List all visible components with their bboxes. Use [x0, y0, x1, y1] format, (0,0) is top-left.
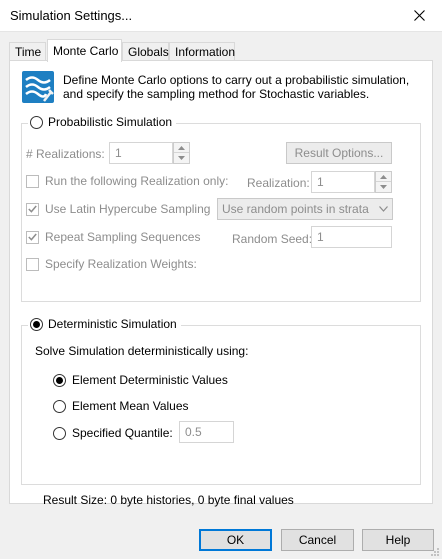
- tab-time[interactable]: Time: [9, 42, 46, 61]
- run-only-checkbox[interactable]: [26, 174, 39, 188]
- checkmark-icon: [28, 205, 37, 213]
- cancel-label: Cancel: [298, 533, 337, 547]
- solve-label: Solve Simulation deterministically using…: [35, 344, 249, 358]
- realization-label: Realization:: [247, 176, 310, 190]
- spin-down-icon[interactable]: [376, 182, 391, 192]
- seed-label: Random Seed:: [232, 232, 313, 246]
- option-radio-button[interactable]: [53, 399, 66, 413]
- deterministic-label: Deterministic Simulation: [48, 317, 177, 331]
- window-title: Simulation Settings...: [10, 8, 133, 23]
- repeat-checkbox[interactable]: [26, 230, 39, 244]
- realizations-spinner[interactable]: [173, 142, 190, 164]
- checkmark-icon: [28, 233, 37, 241]
- weights-checkbox[interactable]: [26, 257, 39, 271]
- deterministic-radio-button[interactable]: [30, 317, 43, 331]
- option-deterministic-values[interactable]: Element Deterministic Values: [53, 373, 228, 387]
- lhs-label: Use Latin Hypercube Sampling: [45, 202, 211, 216]
- run-only-row[interactable]: Run the following Realization only:: [26, 174, 228, 188]
- lhs-method-value: Use random points in strata: [222, 202, 369, 216]
- weights-label: Specify Realization Weights:: [45, 257, 197, 271]
- option-mean-values[interactable]: Element Mean Values: [53, 399, 189, 413]
- tab-label: Time: [15, 45, 42, 59]
- tab-label: Globals: [128, 45, 169, 59]
- probabilistic-radio[interactable]: Probabilistic Simulation: [28, 115, 177, 129]
- ok-label: OK: [226, 533, 245, 547]
- tab-label: Information: [175, 45, 236, 59]
- probabilistic-label: Probabilistic Simulation: [48, 115, 173, 129]
- monte-carlo-icon: [22, 71, 54, 103]
- spin-up-icon[interactable]: [376, 172, 391, 182]
- result-size-text: Result Size: 0 byte histories, 0 byte fi…: [43, 493, 294, 507]
- spin-down-icon[interactable]: [174, 153, 189, 163]
- lhs-row[interactable]: Use Latin Hypercube Sampling: [26, 202, 210, 216]
- realization-input[interactable]: 1: [311, 171, 375, 193]
- help-label: Help: [385, 533, 411, 547]
- realizations-label: # Realizations:: [26, 147, 105, 161]
- weights-row[interactable]: Specify Realization Weights:: [26, 257, 197, 271]
- ok-button[interactable]: OK: [199, 529, 272, 551]
- panel-description: Define Monte Carlo options to carry out …: [63, 73, 410, 101]
- spin-up-icon[interactable]: [174, 143, 189, 153]
- repeat-label: Repeat Sampling Sequences: [45, 230, 201, 244]
- help-button[interactable]: Help: [362, 529, 434, 551]
- tab-globals[interactable]: Globals: [122, 42, 169, 61]
- probabilistic-radio-button[interactable]: [30, 115, 43, 129]
- deterministic-group: Deterministic Simulation Solve Simulatio…: [21, 317, 421, 485]
- close-button[interactable]: [396, 0, 442, 31]
- deterministic-radio[interactable]: Deterministic Simulation: [28, 317, 181, 331]
- realizations-input[interactable]: 1: [109, 142, 173, 164]
- tab-label: Monte Carlo: [53, 44, 119, 58]
- tab-monte-carlo[interactable]: Monte Carlo: [47, 39, 122, 62]
- tab-information[interactable]: Information: [169, 42, 235, 61]
- realization-spinner[interactable]: [375, 171, 392, 193]
- option-label: Specified Quantile:: [72, 426, 173, 440]
- option-label: Element Deterministic Values: [72, 373, 228, 387]
- resize-grip-icon[interactable]: [430, 547, 440, 557]
- dialog-client: Time Monte Carlo Globals Information Def…: [0, 32, 442, 559]
- repeat-row[interactable]: Repeat Sampling Sequences: [26, 230, 200, 244]
- monte-carlo-panel: Define Monte Carlo options to carry out …: [9, 60, 433, 507]
- quantile-input[interactable]: 0.5: [179, 421, 234, 443]
- option-radio-button[interactable]: [53, 373, 66, 387]
- chevron-down-icon: [379, 206, 388, 212]
- lhs-checkbox[interactable]: [26, 202, 39, 216]
- result-options-button[interactable]: Result Options...: [286, 142, 392, 164]
- close-icon: [413, 10, 425, 21]
- cancel-button[interactable]: Cancel: [281, 529, 354, 551]
- title-bar: Simulation Settings...: [0, 0, 442, 32]
- run-only-label: Run the following Realization only:: [45, 174, 229, 188]
- probabilistic-group: Probabilistic Simulation # Realizations:…: [21, 115, 421, 302]
- option-specified-quantile[interactable]: Specified Quantile:: [53, 426, 173, 440]
- seed-input[interactable]: 1: [311, 226, 392, 248]
- option-label: Element Mean Values: [72, 399, 189, 413]
- lhs-method-select[interactable]: Use random points in strata: [217, 198, 393, 220]
- option-radio-button[interactable]: [53, 426, 66, 440]
